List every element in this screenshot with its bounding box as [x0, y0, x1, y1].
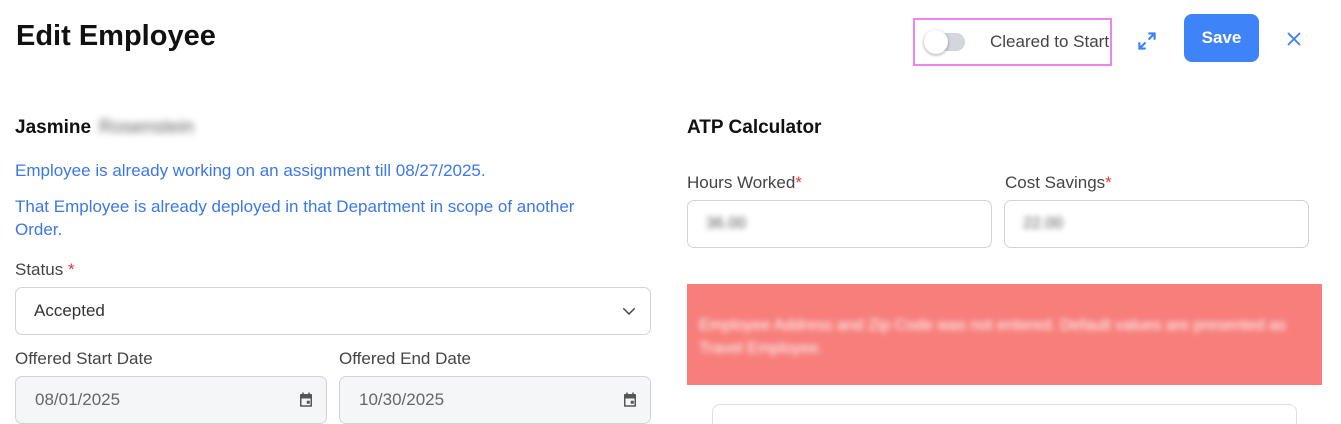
cost-savings-value-redacted: 22.00 — [1023, 215, 1064, 232]
close-icon[interactable] — [1283, 28, 1305, 50]
atp-table — [712, 404, 1297, 424]
address-warning-alert: Employee Address and Zip Code was not en… — [687, 284, 1322, 385]
offered-end-date-input[interactable]: 10/30/2025 — [339, 376, 651, 424]
offered-start-date-input[interactable]: 08/01/2025 — [15, 376, 327, 424]
employee-last-name-redacted: Rosenstein — [99, 117, 195, 138]
calendar-icon[interactable] — [621, 391, 639, 409]
employee-name: Jasmine Rosenstein — [15, 117, 194, 139]
cost-savings-label: Cost Savings* — [1005, 173, 1112, 192]
required-mark: * — [795, 173, 802, 192]
offered-start-date-value: 08/01/2025 — [35, 390, 121, 409]
status-label: Status * — [15, 260, 75, 279]
atp-calculator-title: ATP Calculator — [687, 117, 822, 138]
calendar-icon[interactable] — [297, 391, 315, 409]
required-mark: * — [67, 260, 75, 279]
cost-savings-input[interactable]: 22.00 — [1004, 200, 1309, 248]
hours-worked-label: Hours Worked* — [687, 173, 802, 192]
cleared-to-start-switch[interactable] — [924, 30, 965, 54]
expand-icon[interactable] — [1134, 28, 1160, 54]
offered-start-date-label: Offered Start Date — [15, 349, 153, 368]
offered-end-date-label: Offered End Date — [339, 349, 471, 368]
assignment-notice: Employee is already working on an assign… — [15, 161, 486, 180]
cleared-to-start-label: Cleared to Start — [990, 32, 1110, 51]
chevron-down-icon — [620, 302, 638, 320]
page-title: Edit Employee — [16, 20, 216, 52]
department-notice: That Employee is already deployed in tha… — [15, 197, 575, 239]
hours-worked-value-redacted: 36.00 — [706, 215, 747, 232]
switch-knob — [924, 30, 948, 54]
save-button[interactable]: Save — [1184, 14, 1259, 62]
cleared-to-start-toggle-group: Cleared to Start — [913, 18, 1112, 66]
offered-end-date-value: 10/30/2025 — [359, 390, 445, 409]
hours-worked-input[interactable]: 36.00 — [687, 200, 992, 248]
required-mark: * — [1105, 173, 1112, 192]
status-value: Accepted — [34, 301, 105, 320]
employee-first-name: Jasmine — [15, 117, 92, 138]
alert-text-redacted: Employee Address and Zip Code was not en… — [699, 317, 1287, 357]
status-select[interactable]: Accepted — [15, 287, 651, 335]
